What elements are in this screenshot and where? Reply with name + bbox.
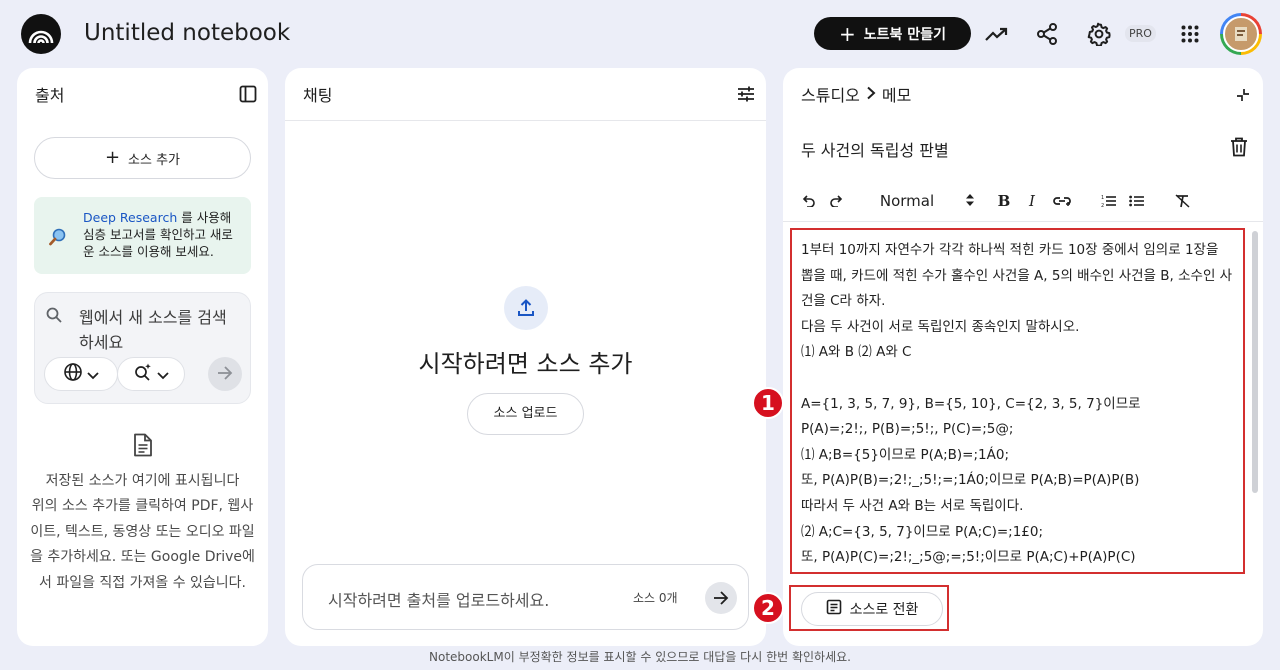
memo-line [801,366,1234,392]
chat-input[interactable]: 시작하려면 출처를 업로드하세요. [328,587,549,611]
sparkle-search-icon [133,362,153,386]
breadcrumb-studio[interactable]: 스튜디오 [801,82,860,106]
link-icon[interactable] [1053,188,1071,214]
undo-icon[interactable] [801,188,815,214]
sources-panel: 출처 + 소스 추가 Deep Research 를 사용해 심층 보고서를 확… [17,68,268,646]
convert-source-icon [826,599,842,619]
chat-title: 채팅 [303,86,333,105]
collapse-icon[interactable] [1236,87,1250,106]
upload-icon [503,286,548,330]
convert-to-source-button[interactable]: 소스로 전환 [801,592,943,626]
user-avatar[interactable] [1220,13,1262,55]
add-source-button[interactable]: + 소스 추가 [34,137,251,179]
text-style-select[interactable]: Normal [877,188,977,214]
research-mode-dropdown[interactable] [117,357,185,391]
text-style-value: Normal [879,192,935,210]
delete-trash-icon[interactable] [1230,137,1248,161]
select-arrows-icon [966,192,975,210]
web-source-dropdown[interactable] [44,357,118,391]
arrow-right-icon [217,365,233,384]
avatar-image [1223,16,1259,52]
studio-panel: 스튜디오 메모 두 사건의 독립성 판별 Normal B I 12 1부터 1… [783,68,1263,646]
memo-editor[interactable]: 1부터 10까지 자연수가 각각 하나씩 적힌 카드 10장 중에서 임의로 1… [790,228,1245,574]
memo-line: ⑴ A와 B ⑵ A와 C [801,344,912,361]
globe-icon [63,362,83,386]
chat-header: 채팅 [285,68,766,120]
chat-empty-state: 시작하려면 소스 추가 소스 업로드 [285,286,766,435]
notebooklm-logo-icon[interactable] [21,14,61,54]
plus-icon: + [104,147,121,168]
svg-text:1: 1 [1101,195,1104,201]
chevron-down-icon [87,365,99,384]
bold-icon[interactable]: B [997,188,1011,214]
memo-line: 다음 두 사건이 서로 독립인지 종속인지 말하시오. [801,318,1080,335]
chevron-right-icon [866,85,876,104]
sources-empty-body: 위의 소스 추가를 클릭하여 PDF, 웹사이트, 텍스트, 동영상 또는 오디… [30,498,255,591]
deep-research-link[interactable]: Deep Research [83,210,177,225]
editor-toolbar: Normal B I 12 [801,188,1241,214]
italic-icon[interactable]: I [1025,188,1039,214]
new-notebook-label: 노트북 만들기 [863,26,946,43]
sources-empty-title: 저장된 소스가 여기에 표시됩니다 [45,472,240,489]
memo-line: ⑵ A;C={3, 5, 7}이므로 P(A;C)=;1£0; [801,523,1044,540]
toolbar-divider [783,221,1263,222]
chat-send-button[interactable] [705,582,737,614]
bullet-list-icon[interactable] [1129,188,1145,214]
footer-disclaimer: NotebookLM이 부정확한 정보를 표시할 수 있으므로 대답을 다시 한… [429,650,851,664]
analytics-trend-icon[interactable] [983,20,1011,48]
studio-header: 스튜디오 메모 [783,68,1263,120]
memo-title[interactable]: 두 사건의 독립성 판별 [801,137,949,161]
chevron-down-icon [157,365,169,384]
annotation-marker-1: 1 [752,387,784,419]
settings-gear-icon[interactable] [1085,20,1113,48]
collapse-panel-icon[interactable] [239,85,257,107]
memo-line: P(A)=;2!;, P(B)=;5!;, P(C)=;5@; [801,421,1014,438]
chat-input-box[interactable]: 시작하려면 출처를 업로드하세요. 소스 0개 [302,564,749,630]
numbered-list-icon[interactable]: 12 [1101,188,1117,214]
new-notebook-button[interactable]: + 노트북 만들기 [814,17,971,50]
search-submit-button[interactable] [208,357,242,391]
notebook-title[interactable]: Untitled notebook [84,20,290,46]
redo-icon[interactable] [830,188,844,214]
web-source-search[interactable]: 웹에서 새 소스를 검색하세요 [34,292,251,404]
memo-line: 또, P(A)P(B)=;2!;_;5!;=;1Á0;이므로 P(A;B)=P(… [801,472,1140,489]
svg-text:2: 2 [1101,203,1104,208]
deep-research-promo: Deep Research 를 사용해 심층 보고서를 확인하고 새로운 소스를… [34,197,251,274]
breadcrumb-memo: 메모 [881,86,912,105]
source-count: 소스 0개 [633,591,678,605]
sources-empty-state: 저장된 소스가 여기에 표시됩니다 위의 소스 추가를 클릭하여 PDF, 웹사… [27,433,258,596]
sources-title: 출처 [35,86,65,105]
memo-line: 따라서 두 사건 A와 B는 서로 독립이다. [801,497,1024,514]
search-input[interactable]: 웹에서 새 소스를 검색하세요 [79,305,239,355]
memo-line: 또, P(A)P(C)=;2!;_;5@;=;5!;이므로 P(A;C)+P(A… [801,549,1136,566]
magnifier-icon [48,227,68,251]
convert-to-source-label: 소스로 전환 [849,602,919,618]
add-source-label: 소스 추가 [128,152,181,168]
apps-grid-icon[interactable] [1176,20,1204,48]
memo-line: 1부터 10까지 자연수가 각각 하나씩 적힌 카드 10장 중에서 임의로 1… [801,242,1233,310]
sources-header: 출처 [17,68,268,120]
memo-line: A={1, 3, 5, 7, 9}, B={5, 10}, C={2, 3, 5… [801,395,1141,412]
chat-panel: 채팅 시작하려면 소스 추가 소스 업로드 시작하려면 출처를 업로드하세요. … [285,68,766,646]
chat-header-divider [285,120,766,121]
convert-highlight-box: 소스로 전환 [789,585,949,631]
editor-scrollbar[interactable] [1252,231,1258,493]
memo-line: ⑴ A;B={5}이므로 P(A;B)=;1Á0; [801,446,1010,463]
annotation-marker-2: 2 [752,592,784,624]
top-bar: Untitled notebook + 노트북 만들기 PRO [0,0,1280,68]
plus-icon: + [839,21,856,46]
share-icon[interactable] [1033,20,1061,48]
search-icon [45,306,63,328]
document-icon [27,433,258,467]
chat-empty-heading: 시작하려면 소스 추가 [418,350,633,378]
clear-format-icon[interactable] [1175,188,1191,214]
pro-badge: PRO [1125,25,1156,42]
tune-settings-icon[interactable] [737,85,755,107]
upload-source-button[interactable]: 소스 업로드 [466,393,585,435]
